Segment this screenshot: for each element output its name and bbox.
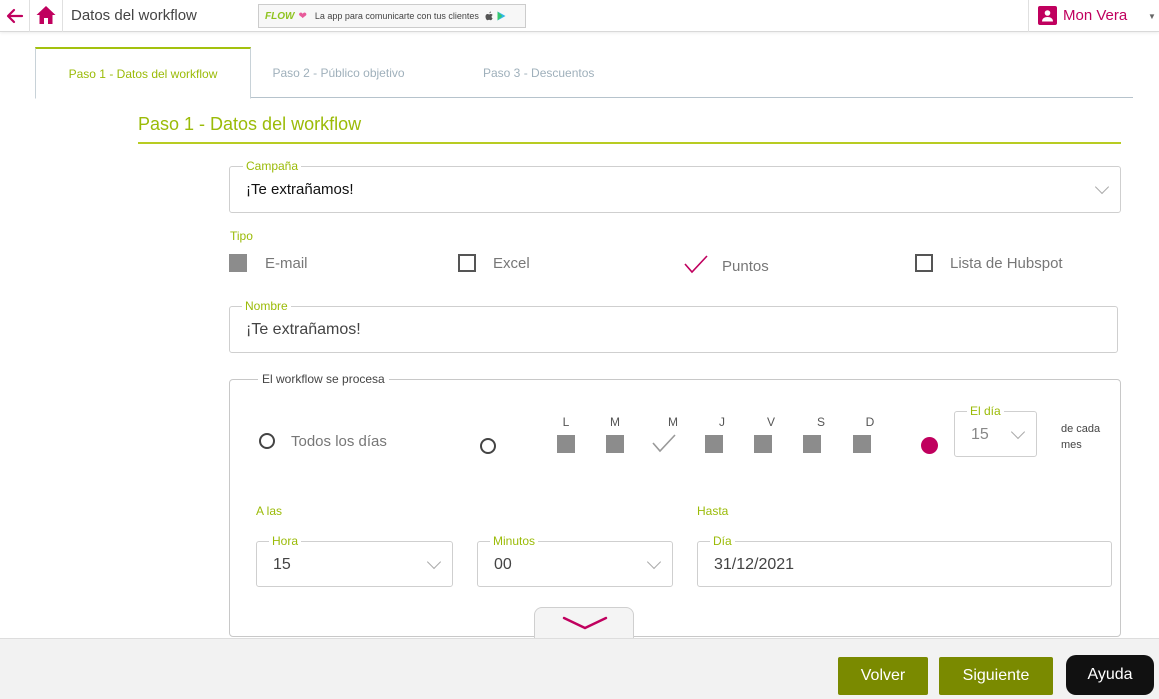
heart-icon: ❤ <box>298 10 307 22</box>
until-day-value: 31/12/2021 <box>714 556 795 573</box>
hour-label: Hora <box>269 534 302 548</box>
every-day-label: Todos los días <box>291 433 387 450</box>
campaign-value: ¡Te extrañamos! <box>246 181 354 198</box>
weekday-label: V <box>766 415 775 429</box>
process-fieldset: El workflow se procesa Todos los días L … <box>229 372 1121 637</box>
weekday-label: M <box>610 415 620 429</box>
type-option-label: E-mail <box>265 254 308 272</box>
type-option-hubspot[interactable]: Lista de Hubspot <box>915 254 1063 272</box>
store-icons <box>485 11 506 21</box>
dropdown-caret-icon[interactable]: ▼ <box>1148 12 1156 21</box>
until-label: Hasta <box>697 504 729 518</box>
tab-step-3[interactable]: Paso 3 - Descuentos <box>426 47 659 98</box>
type-option-excel[interactable]: Excel <box>458 254 530 272</box>
name-label: Nombre <box>242 299 291 313</box>
chevron-down-icon <box>1010 424 1026 440</box>
top-bar: Datos del workflow FLOW ❤ La app para co… <box>0 0 1159 32</box>
checkmark-icon <box>684 254 708 278</box>
chevron-down-icon <box>426 554 442 570</box>
each-month-text: mes <box>1061 439 1082 451</box>
day-of-month-select[interactable]: El día 15 <box>954 404 1037 457</box>
radio-day-of-month[interactable] <box>921 437 938 454</box>
hour-value: 15 <box>273 556 291 573</box>
weekday-checkbox-d[interactable] <box>853 435 871 453</box>
banner-logo: FLOW <box>265 10 295 22</box>
each-month-text: de cada <box>1061 423 1101 435</box>
process-legend: El workflow se procesa <box>258 372 389 386</box>
weekday-label: L <box>562 415 570 429</box>
minutes-value: 00 <box>494 556 512 573</box>
weekday-checkbox-m[interactable] <box>606 435 624 453</box>
radio-weekdays[interactable] <box>480 438 496 454</box>
type-option-label: Puntos <box>722 257 769 275</box>
name-value: ¡Te extrañamos! <box>246 321 361 338</box>
campaign-label: Campaña <box>243 159 302 173</box>
weekday-label: D <box>865 415 875 429</box>
minutes-label: Minutos <box>490 534 539 548</box>
app-banner[interactable]: FLOW ❤ La app para comunicarte con tus c… <box>258 4 526 28</box>
checkbox-empty <box>458 254 476 272</box>
type-option-label: Excel <box>493 254 530 272</box>
type-option-email[interactable]: E-mail <box>229 254 308 272</box>
weekday-checkbox-l[interactable] <box>557 435 575 453</box>
section-divider <box>138 142 1121 144</box>
weekday-checkbox-j[interactable] <box>705 435 723 453</box>
weekday-label: S <box>816 415 825 429</box>
divider <box>29 0 30 32</box>
page-title: Datos del workflow <box>71 7 197 24</box>
radio-every-day[interactable] <box>259 433 275 449</box>
steps-tabs: Paso 1 - Datos del workflow Paso 2 - Púb… <box>35 47 1133 99</box>
chevron-down-icon <box>646 554 662 570</box>
user-icon <box>1038 6 1057 25</box>
tab-step-1[interactable]: Paso 1 - Datos del workflow <box>35 47 251 99</box>
banner-text: La app para comunicarte con tus clientes <box>314 11 479 21</box>
type-label: Tipo <box>230 229 253 243</box>
play-store-icon <box>497 11 506 21</box>
user-name: Mon Vera <box>1063 7 1128 24</box>
next-button[interactable]: Siguiente <box>939 657 1053 695</box>
footer-bar: Volver Siguiente Ayuda <box>0 638 1159 699</box>
back-arrow-icon[interactable] <box>4 5 26 27</box>
expand-button[interactable] <box>534 607 634 638</box>
weekday-label: M <box>668 415 678 429</box>
campaign-select[interactable]: Campaña ¡Te extrañamos! <box>229 159 1121 213</box>
chevron-down-icon <box>562 616 608 630</box>
until-date-field[interactable]: Día 31/12/2021 <box>697 534 1112 587</box>
minutes-select[interactable]: Minutos 00 <box>477 534 673 587</box>
name-field[interactable]: Nombre ¡Te extrañamos! <box>229 299 1118 353</box>
main-content: Paso 1 - Datos del workflow Paso 2 - Púb… <box>0 33 1159 638</box>
weekday-checkbox-s[interactable] <box>803 435 821 453</box>
weekday-checkbox-v[interactable] <box>754 435 772 453</box>
divider <box>62 0 63 32</box>
back-button[interactable]: Volver <box>838 657 928 695</box>
user-menu[interactable]: Mon Vera <box>1038 6 1127 25</box>
type-option-points[interactable]: Puntos <box>684 254 769 278</box>
until-day-label: Día <box>710 534 735 548</box>
type-option-label: Lista de Hubspot <box>950 254 1063 272</box>
tab-step-2[interactable]: Paso 2 - Público objetivo <box>251 47 426 98</box>
at-label: A las <box>256 504 283 518</box>
hour-select[interactable]: Hora 15 <box>256 534 453 587</box>
divider <box>1028 0 1029 32</box>
weekday-checkmark-icon[interactable] <box>652 433 676 458</box>
apple-icon <box>485 11 493 21</box>
chevron-down-icon <box>1094 179 1110 195</box>
home-icon[interactable] <box>35 4 57 26</box>
day-of-month-label: El día <box>967 404 1004 418</box>
checkbox-disabled <box>229 254 247 272</box>
day-of-month-value: 15 <box>971 426 989 443</box>
weekday-label: J <box>719 415 725 429</box>
help-button[interactable]: Ayuda <box>1066 655 1154 695</box>
section-title: Paso 1 - Datos del workflow <box>138 114 362 134</box>
checkbox-empty <box>915 254 933 272</box>
